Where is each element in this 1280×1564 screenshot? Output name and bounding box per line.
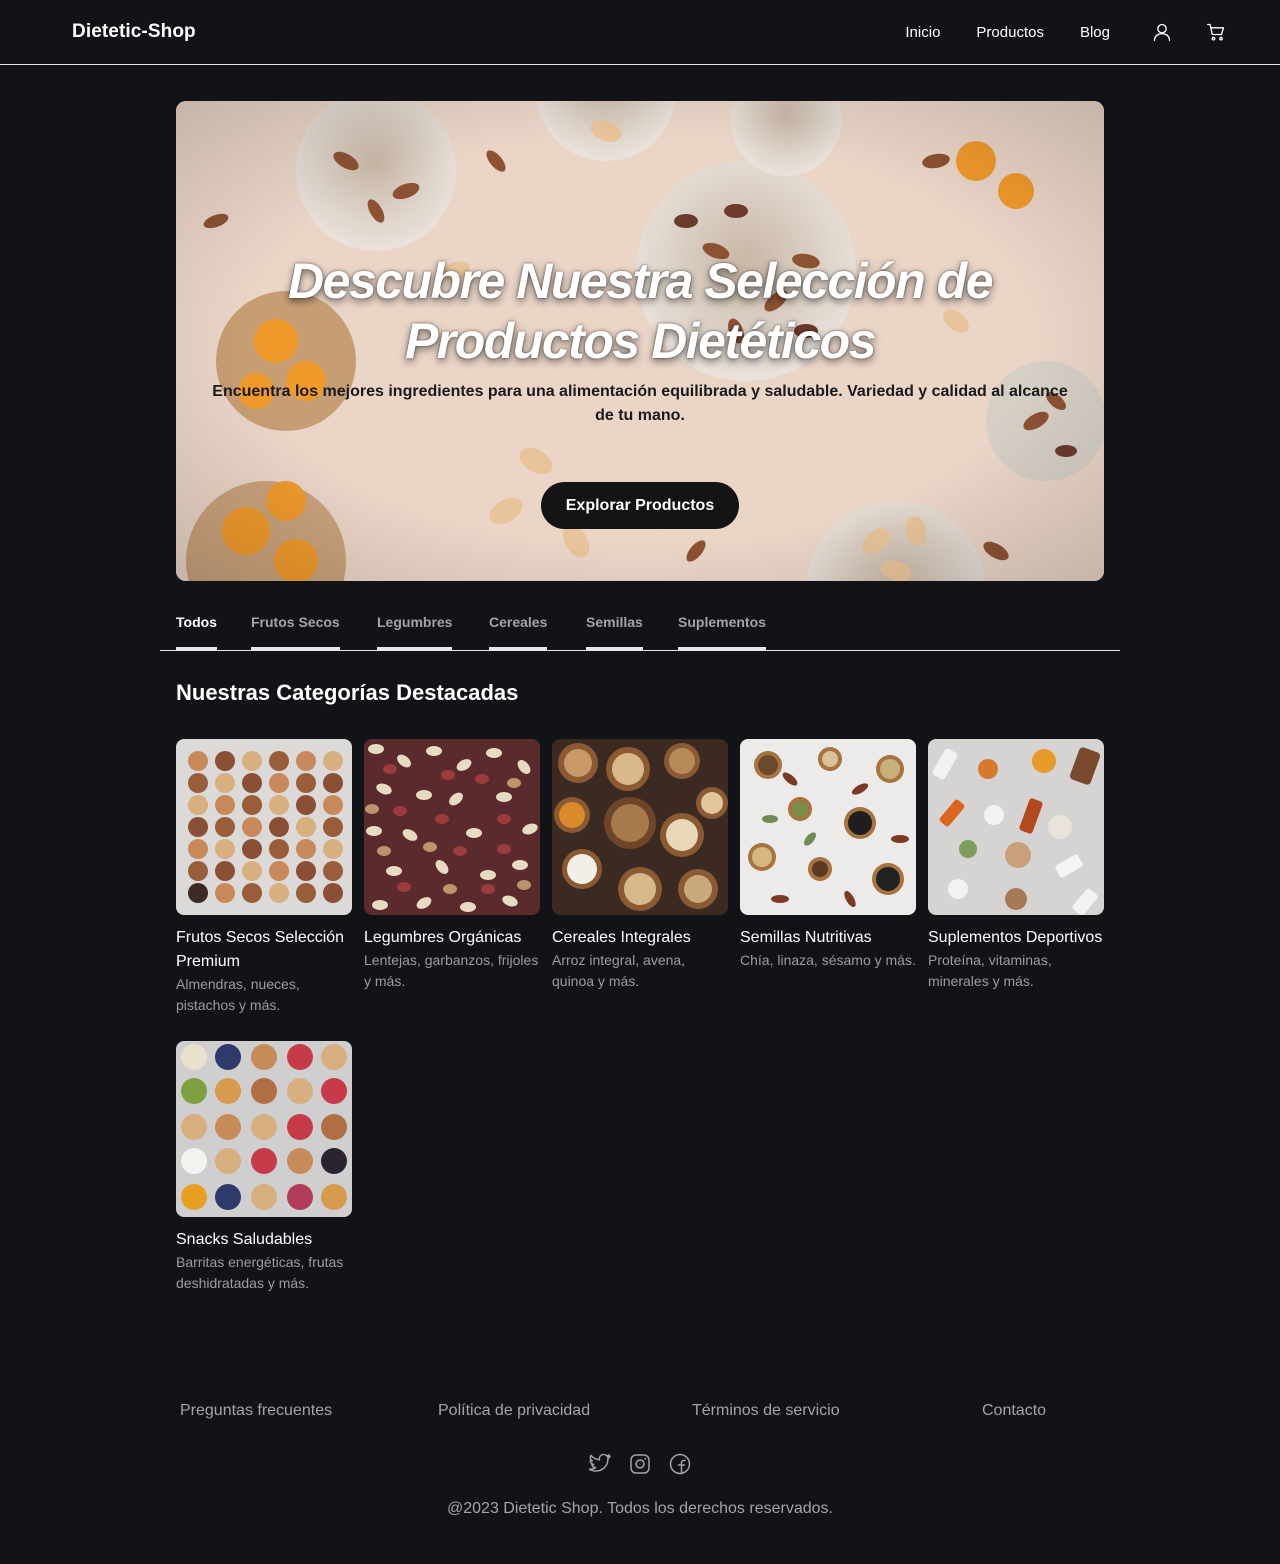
- category-card-suplementos[interactable]: Suplementos Deportivos Proteína, vitamin…: [928, 739, 1104, 992]
- card-description: Barritas energéticas, frutas deshidratad…: [176, 1254, 344, 1291]
- card-image-supplements: [928, 739, 1104, 915]
- instagram-icon[interactable]: [628, 1452, 652, 1476]
- card-image-nuts: [176, 739, 352, 915]
- tab-todos[interactable]: Todos: [176, 600, 217, 650]
- hero-content: Descubre Nuestra Selección de Productos …: [176, 101, 1104, 581]
- main-nav: Inicio Productos Blog: [905, 20, 1228, 44]
- facebook-icon[interactable]: [668, 1452, 692, 1476]
- tab-suplementos[interactable]: Suplementos: [678, 600, 766, 650]
- category-card-semillas[interactable]: Semillas Nutritivas Chía, linaza, sésamo…: [740, 739, 916, 971]
- site-header: Dietetic-Shop Inicio Productos Blog: [0, 0, 1280, 65]
- footer-link-terms[interactable]: Términos de servicio: [692, 1402, 840, 1420]
- tab-legumbres[interactable]: Legumbres: [377, 600, 453, 650]
- category-card-cereales[interactable]: Cereales Integrales Arroz integral, aven…: [552, 739, 728, 992]
- nav-blog[interactable]: Blog: [1080, 24, 1110, 41]
- footer-link-faq[interactable]: Preguntas frecuentes: [180, 1402, 332, 1420]
- card-title: Snacks Saludables: [176, 1231, 313, 1248]
- footer-links: Preguntas frecuentes Política de privaci…: [160, 1402, 1120, 1426]
- tab-cereales[interactable]: Cereales: [489, 600, 548, 650]
- cart-icon[interactable]: [1204, 20, 1228, 44]
- copyright-text: @2023 Dietetic Shop. Todos los derechos …: [447, 1500, 833, 1517]
- brand-logo[interactable]: Dietetic-Shop: [72, 21, 196, 43]
- card-description: Proteína, vitaminas, minerales y más.: [928, 952, 1052, 989]
- card-title: Suplementos Deportivos: [928, 929, 1103, 946]
- card-title: Legumbres Orgánicas: [364, 929, 522, 946]
- hero-subtitle: Encuentra los mejores ingredientes para …: [212, 383, 1068, 424]
- tab-semillas[interactable]: Semillas: [586, 600, 643, 650]
- section-title: Nuestras Categorías Destacadas: [176, 680, 519, 705]
- card-description: Lentejas, garbanzos, frijoles y más.: [364, 952, 539, 989]
- category-tabs: Todos Frutos Secos Legumbres Cereales Se…: [160, 600, 1120, 651]
- nav-productos[interactable]: Productos: [976, 24, 1044, 41]
- social-links: [588, 1452, 698, 1476]
- twitter-icon[interactable]: [588, 1452, 612, 1476]
- card-image-cereals: [552, 739, 728, 915]
- user-icon[interactable]: [1150, 20, 1174, 44]
- tab-frutos-secos[interactable]: Frutos Secos: [251, 600, 340, 650]
- card-description: Chía, linaza, sésamo y más.: [740, 952, 916, 968]
- card-image-seeds: [740, 739, 916, 915]
- category-card-snacks[interactable]: Snacks Saludables Barritas energéticas, …: [176, 1041, 352, 1294]
- explore-products-button[interactable]: Explorar Productos: [541, 482, 739, 529]
- card-description: Arroz integral, avena, quinoa y más.: [552, 952, 686, 989]
- nav-inicio[interactable]: Inicio: [905, 24, 940, 41]
- card-description: Almendras, nueces, pistachos y más.: [176, 976, 300, 1013]
- card-title: Frutos Secos Selección Premium: [176, 929, 345, 970]
- category-card-frutos-secos[interactable]: Frutos Secos Selección Premium Almendras…: [176, 739, 352, 1016]
- hero-title: Descubre Nuestra Selección de Productos …: [287, 253, 994, 369]
- footer-link-privacy[interactable]: Política de privacidad: [438, 1402, 590, 1420]
- card-title: Cereales Integrales: [552, 929, 691, 946]
- category-card-legumbres[interactable]: Legumbres Orgánicas Lentejas, garbanzos,…: [364, 739, 540, 992]
- card-title: Semillas Nutritivas: [740, 929, 872, 946]
- footer-link-contact[interactable]: Contacto: [982, 1402, 1046, 1420]
- card-image-legumes: [364, 739, 540, 915]
- hero-banner: Descubre Nuestra Selección de Productos …: [176, 101, 1104, 581]
- card-image-snacks: [176, 1041, 352, 1217]
